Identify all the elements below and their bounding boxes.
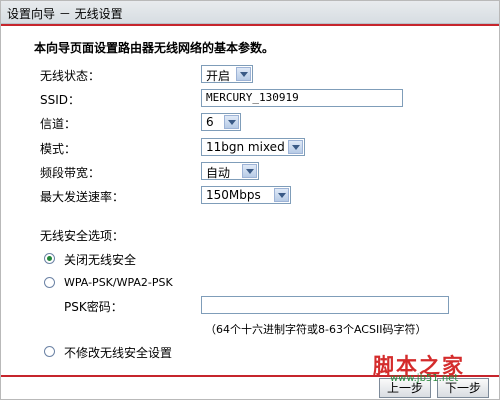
channel-label: 信道： xyxy=(40,117,77,131)
top-divider xyxy=(1,24,499,26)
bandwidth-label: 频段带宽： xyxy=(40,166,101,180)
mode-label: 模式： xyxy=(40,142,77,156)
intro-text: 本向导页面设置路由器无线网络的基本参数。 xyxy=(34,41,275,55)
window-title: 设置向导 － 无线设置 xyxy=(7,7,123,21)
mode-select[interactable]: 11bgn mixed xyxy=(201,138,305,156)
psk-password-label: PSK密码： xyxy=(64,300,123,314)
security-off-label: 关闭无线安全 xyxy=(64,253,137,267)
mode-value: 11bgn mixed xyxy=(206,140,285,154)
wizard-window: 设置向导 － 无线设置 本向导页面设置路由器无线网络的基本参数。 无线状态： 开… xyxy=(0,0,500,400)
channel-value: 6 xyxy=(206,115,214,129)
psk-hint: （64个十六进制字符或8-63个ACSII码字符） xyxy=(205,323,427,336)
max-rate-label: 最大发送速率： xyxy=(40,190,125,204)
wireless-status-select[interactable]: 开启 xyxy=(201,65,253,83)
max-rate-value: 150Mbps xyxy=(206,188,261,202)
ssid-value: MERCURY_130919 xyxy=(206,91,299,104)
chevron-down-icon xyxy=(236,67,251,81)
max-rate-select[interactable]: 150Mbps xyxy=(201,186,291,204)
ssid-label: SSID： xyxy=(40,93,81,107)
no-change-security-label: 不修改无线安全设置 xyxy=(64,346,173,360)
chevron-down-icon xyxy=(288,140,303,154)
wpa-psk-radio[interactable] xyxy=(44,277,55,288)
bandwidth-select[interactable]: 自动 xyxy=(201,162,259,180)
ssid-input[interactable]: MERCURY_130919 xyxy=(201,89,403,107)
chevron-down-icon xyxy=(242,164,257,178)
security-heading: 无线安全选项： xyxy=(40,229,125,243)
wireless-status-label: 无线状态： xyxy=(40,69,101,83)
bandwidth-value: 自动 xyxy=(206,166,231,180)
security-off-radio[interactable] xyxy=(44,253,55,264)
psk-password-input[interactable] xyxy=(201,296,449,314)
wpa-psk-label: WPA-PSK/WPA2-PSK xyxy=(64,276,173,289)
chevron-down-icon xyxy=(224,115,239,129)
no-change-security-radio[interactable] xyxy=(44,346,55,357)
chevron-down-icon xyxy=(274,188,289,202)
channel-select[interactable]: 6 xyxy=(201,113,241,131)
watermark-url: www.jb51.net xyxy=(390,373,459,384)
title-bar: 设置向导 － 无线设置 xyxy=(1,1,499,24)
wireless-status-value: 开启 xyxy=(206,69,231,83)
